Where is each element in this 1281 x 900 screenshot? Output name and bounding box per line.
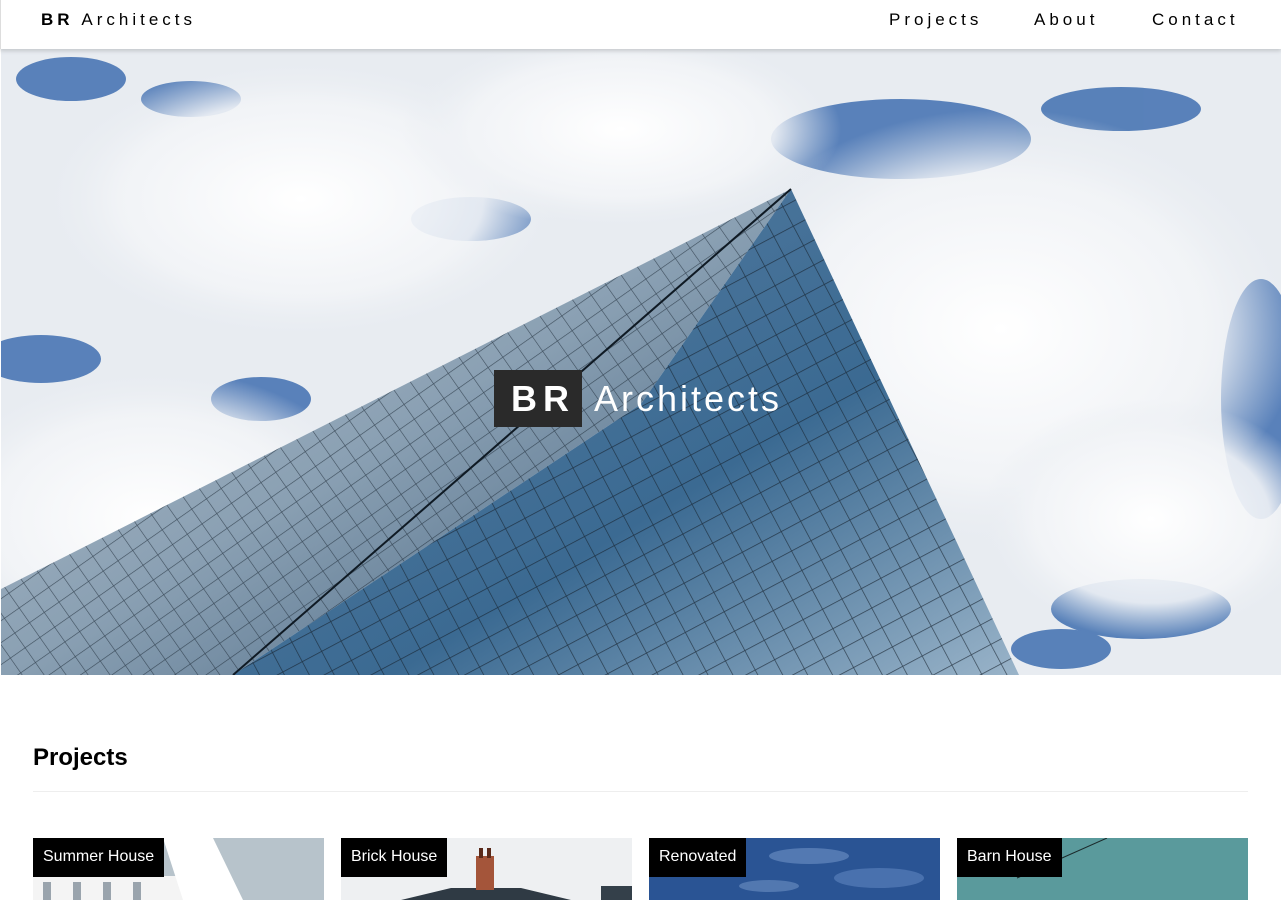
brand-bold: BR — [41, 10, 74, 29]
hero-banner: BR Architects — [1, 49, 1281, 675]
project-card-label: Summer House — [33, 838, 165, 877]
project-card-label: Renovated — [649, 838, 747, 877]
projects-heading: Projects — [33, 744, 128, 771]
project-card-barn-house[interactable]: Barn House — [957, 838, 1248, 900]
top-navbar: BR Architects Projects About Contact — [0, 0, 1281, 49]
hero-building-image — [1, 49, 1281, 675]
project-card-renovated[interactable]: Renovated — [649, 838, 940, 900]
nav-link-projects[interactable]: Projects — [889, 10, 982, 30]
hero-title-box: BR — [494, 370, 582, 427]
section-divider — [33, 791, 1248, 792]
project-card-label: Brick House — [341, 838, 448, 877]
project-card-label: Barn House — [957, 838, 1062, 877]
project-card-summer-house[interactable]: Summer House — [33, 838, 324, 900]
brand-name: Architects — [81, 10, 196, 29]
brand-logo[interactable]: BR Architects — [41, 10, 196, 30]
nav-link-contact[interactable]: Contact — [1152, 10, 1239, 30]
project-card-brick-house[interactable]: Brick House — [341, 838, 632, 900]
hero-title-word: Architects — [594, 378, 783, 419]
hero-title: BR Architects — [494, 370, 782, 427]
nav-link-about[interactable]: About — [1034, 10, 1098, 30]
